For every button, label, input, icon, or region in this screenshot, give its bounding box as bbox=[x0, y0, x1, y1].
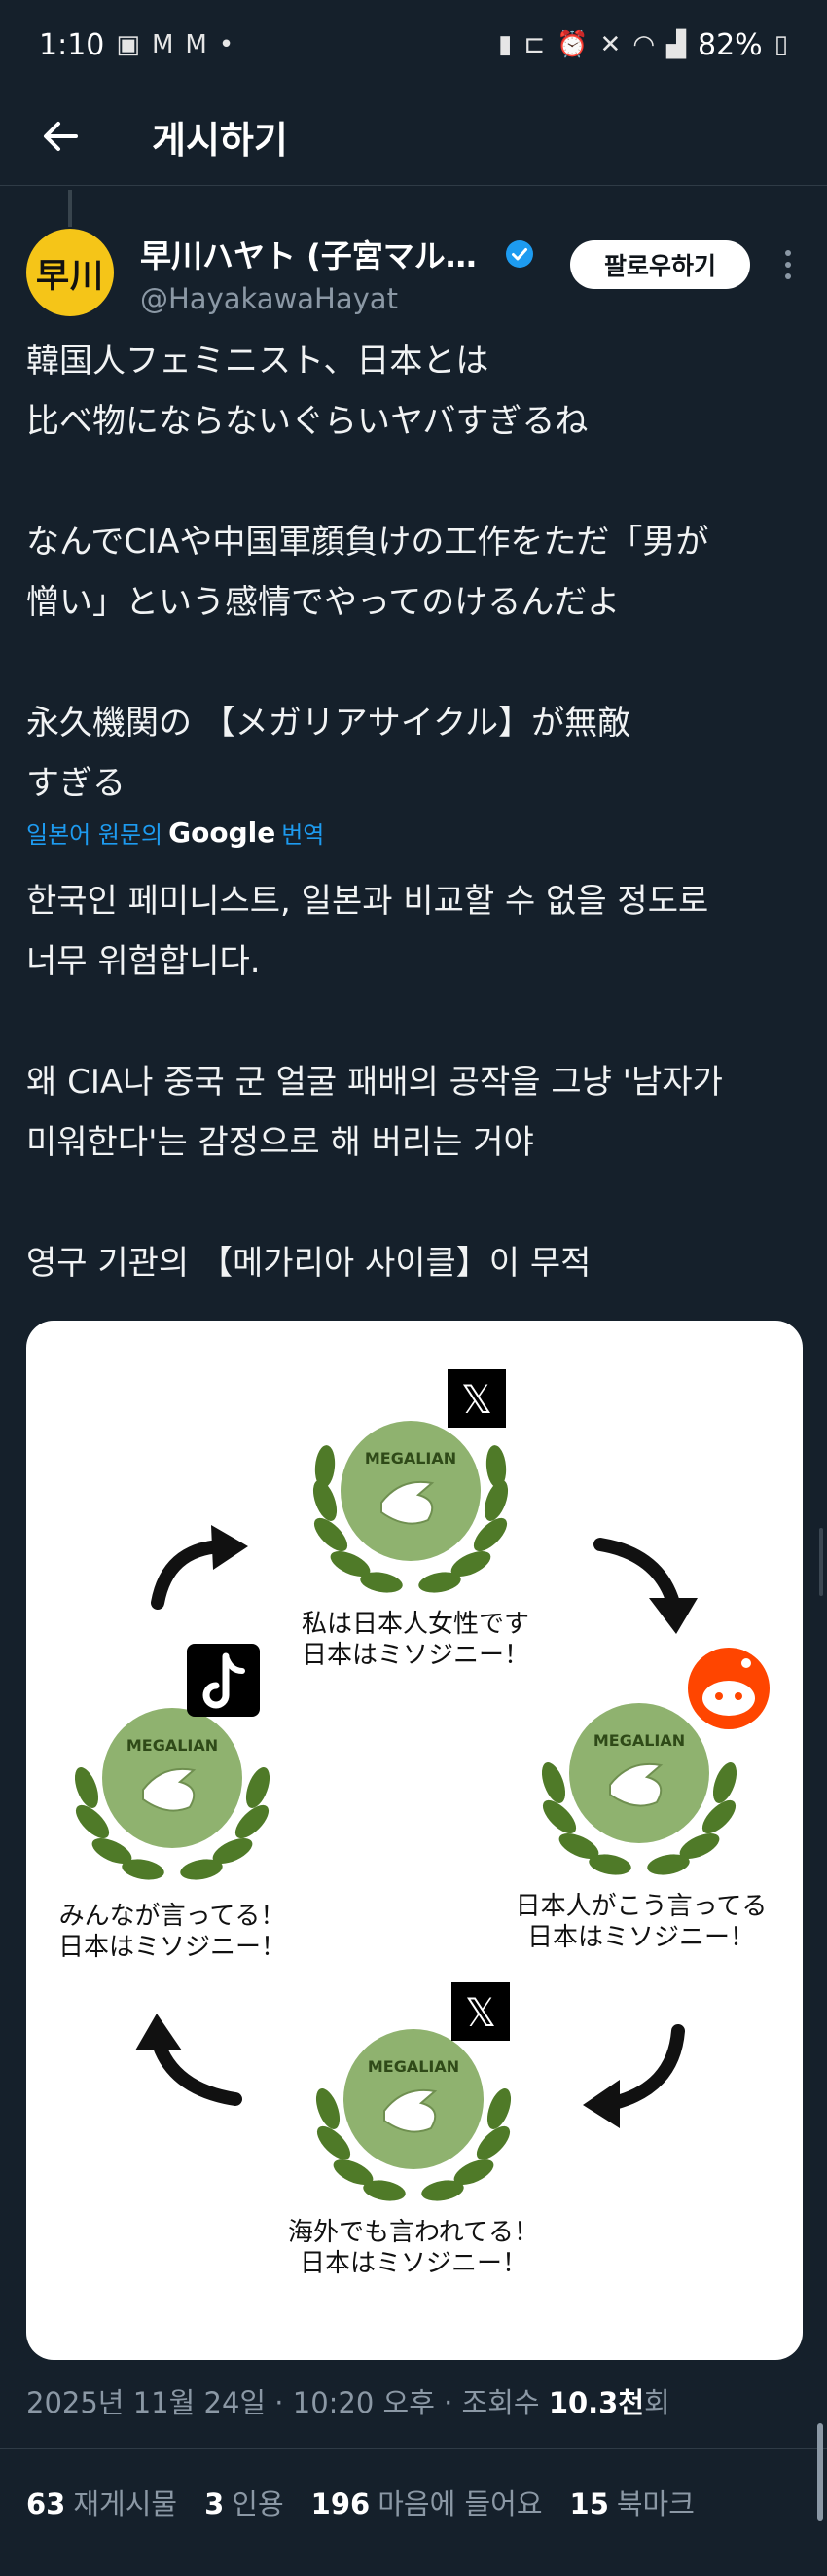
more-options-button[interactable] bbox=[773, 243, 803, 286]
status-bar: 1:10 ▣ M M • ▮ ⊏ ⏰ ✕ ◠ ▟ 82% ▯ bbox=[0, 0, 827, 90]
svg-text:𝕏: 𝕏 bbox=[465, 1991, 496, 2036]
post-stats: 63 재게시물 3 인용 196 마음에 들어요 15 북마크 bbox=[26, 2482, 695, 2522]
thread-line bbox=[68, 190, 72, 227]
battery-level: 82% bbox=[698, 27, 763, 62]
author-name[interactable]: 早川ハヤト (子宮マルク… bbox=[140, 232, 495, 276]
badge-top: MEGALIAN bbox=[312, 1421, 509, 1593]
badge-bottom: MEGALIAN bbox=[315, 2029, 512, 2201]
view-count: 10.3천 bbox=[548, 2386, 645, 2419]
battery-saver-icon: ▮ bbox=[498, 30, 513, 59]
top-header: 게시하기 bbox=[0, 90, 827, 183]
status-right: ▮ ⊏ ⏰ ✕ ◠ ▟ 82% ▯ bbox=[498, 28, 788, 62]
status-time: 1:10 bbox=[39, 27, 105, 62]
battery-icon: ▯ bbox=[773, 30, 788, 59]
caption-bottom-2: 日本はミソジニー！ bbox=[300, 2249, 527, 2278]
back-button[interactable] bbox=[29, 105, 91, 167]
follow-button[interactable]: 팔로우하기 bbox=[570, 240, 750, 289]
more-dot-icon bbox=[785, 262, 791, 268]
bed-icon: ⊏ bbox=[523, 30, 546, 59]
meta-divider bbox=[0, 2448, 827, 2449]
signal-icon: ▟ bbox=[666, 30, 686, 59]
view-suffix: 회 bbox=[644, 2386, 670, 2419]
status-left: 1:10 ▣ M M • bbox=[39, 28, 234, 62]
scrollbar-thumb[interactable] bbox=[817, 2423, 823, 2521]
tiktok-logo bbox=[187, 1644, 260, 1717]
megalia-cycle-image: MEGALIAN 𝕏 私は日本人女性です 日本はミソジニー！ MEGALIAN bbox=[58, 1369, 770, 2278]
author-block: 早川ハヤト (子宮マルク… @HayakawaHayat bbox=[140, 232, 549, 315]
badge-right: MEGALIAN bbox=[541, 1703, 737, 1875]
page-title: 게시하기 bbox=[152, 118, 288, 162]
caption-top-1: 私は日本人女性です bbox=[302, 1610, 529, 1639]
caption-top-2: 日本はミソジニー！ bbox=[302, 1641, 529, 1670]
reddit-logo bbox=[688, 1648, 770, 1729]
caption-left-1: みんなが言ってる！ bbox=[59, 1902, 286, 1931]
scroll-marker bbox=[819, 1528, 823, 1596]
post-date: 2025년 11월 24일 · 10:20 오후 · 조회수 bbox=[26, 2386, 549, 2419]
caption-right-2: 日本はミソジニー！ bbox=[527, 1923, 755, 1952]
avatar[interactable]: 早川 bbox=[26, 229, 114, 316]
wifi-icon: ◠ bbox=[632, 30, 655, 59]
translate-suffix: 번역 bbox=[281, 821, 325, 849]
dot-icon: • bbox=[218, 30, 234, 59]
badge-label: MEGALIAN bbox=[368, 2057, 459, 2076]
badge-label: MEGALIAN bbox=[593, 1731, 685, 1750]
post-original-text: 韓国人フェミニスト、日本とは 比べ物にならないぐらいヤバすぎるね なんでCIAや… bbox=[26, 342, 709, 803]
more-dot-icon bbox=[785, 273, 791, 279]
arrow-top-right bbox=[593, 1538, 680, 1610]
header-divider bbox=[0, 185, 827, 186]
caption-left-2: 日本はミソジニー！ bbox=[58, 1933, 286, 1962]
post-image[interactable]: MEGALIAN 𝕏 私は日本人女性です 日本はミソジニー！ MEGALIAN bbox=[26, 1321, 803, 2360]
gmail-icon: M bbox=[185, 30, 207, 59]
verified-badge-icon bbox=[506, 240, 533, 268]
back-arrow-icon bbox=[44, 122, 78, 151]
badge-label: MEGALIAN bbox=[126, 1736, 218, 1755]
arrow-bottom-right bbox=[603, 2024, 685, 2111]
quotes-stat[interactable]: 3 인용 bbox=[204, 2482, 284, 2522]
x-logo-bottom: 𝕏 bbox=[451, 1982, 510, 2041]
badge-left: MEGALIAN bbox=[74, 1708, 270, 1880]
gmail-icon: M bbox=[151, 30, 174, 59]
x-logo-top: 𝕏 bbox=[448, 1369, 506, 1428]
reposts-stat[interactable]: 63 재게시물 bbox=[26, 2482, 177, 2522]
post-translated-text: 한국인 페미니스트, 일본과 비교할 수 없을 정도로 너무 위험합니다. 왜 … bbox=[26, 882, 723, 1283]
author-handle[interactable]: @HayakawaHayat bbox=[140, 282, 549, 315]
caption-bottom-1: 海外でも言われてる！ bbox=[288, 2218, 539, 2247]
avatar-text: 早川 bbox=[36, 256, 104, 296]
alarm-icon: ⏰ bbox=[557, 30, 589, 59]
google-logo-text: Google bbox=[168, 816, 276, 849]
svg-text:𝕏: 𝕏 bbox=[461, 1378, 492, 1423]
likes-stat[interactable]: 196 마음에 들어요 bbox=[311, 2482, 543, 2522]
badge-label: MEGALIAN bbox=[365, 1449, 456, 1468]
arrow-top-left bbox=[151, 1540, 228, 1610]
translate-prefix: 일본어 원문의 bbox=[26, 821, 163, 849]
post-meta: 2025년 11월 24일 · 10:20 오후 · 조회수 10.3천회 bbox=[26, 2380, 670, 2421]
more-dot-icon bbox=[785, 250, 791, 256]
bookmarks-stat[interactable]: 15 북마크 bbox=[570, 2482, 695, 2522]
photo-icon: ▣ bbox=[116, 30, 140, 59]
mute-icon: ✕ bbox=[599, 30, 622, 59]
caption-right-1: 日本人がこう言ってる bbox=[516, 1892, 768, 1921]
translation-attribution[interactable]: 일본어 원문의 Google 번역 bbox=[26, 816, 324, 850]
